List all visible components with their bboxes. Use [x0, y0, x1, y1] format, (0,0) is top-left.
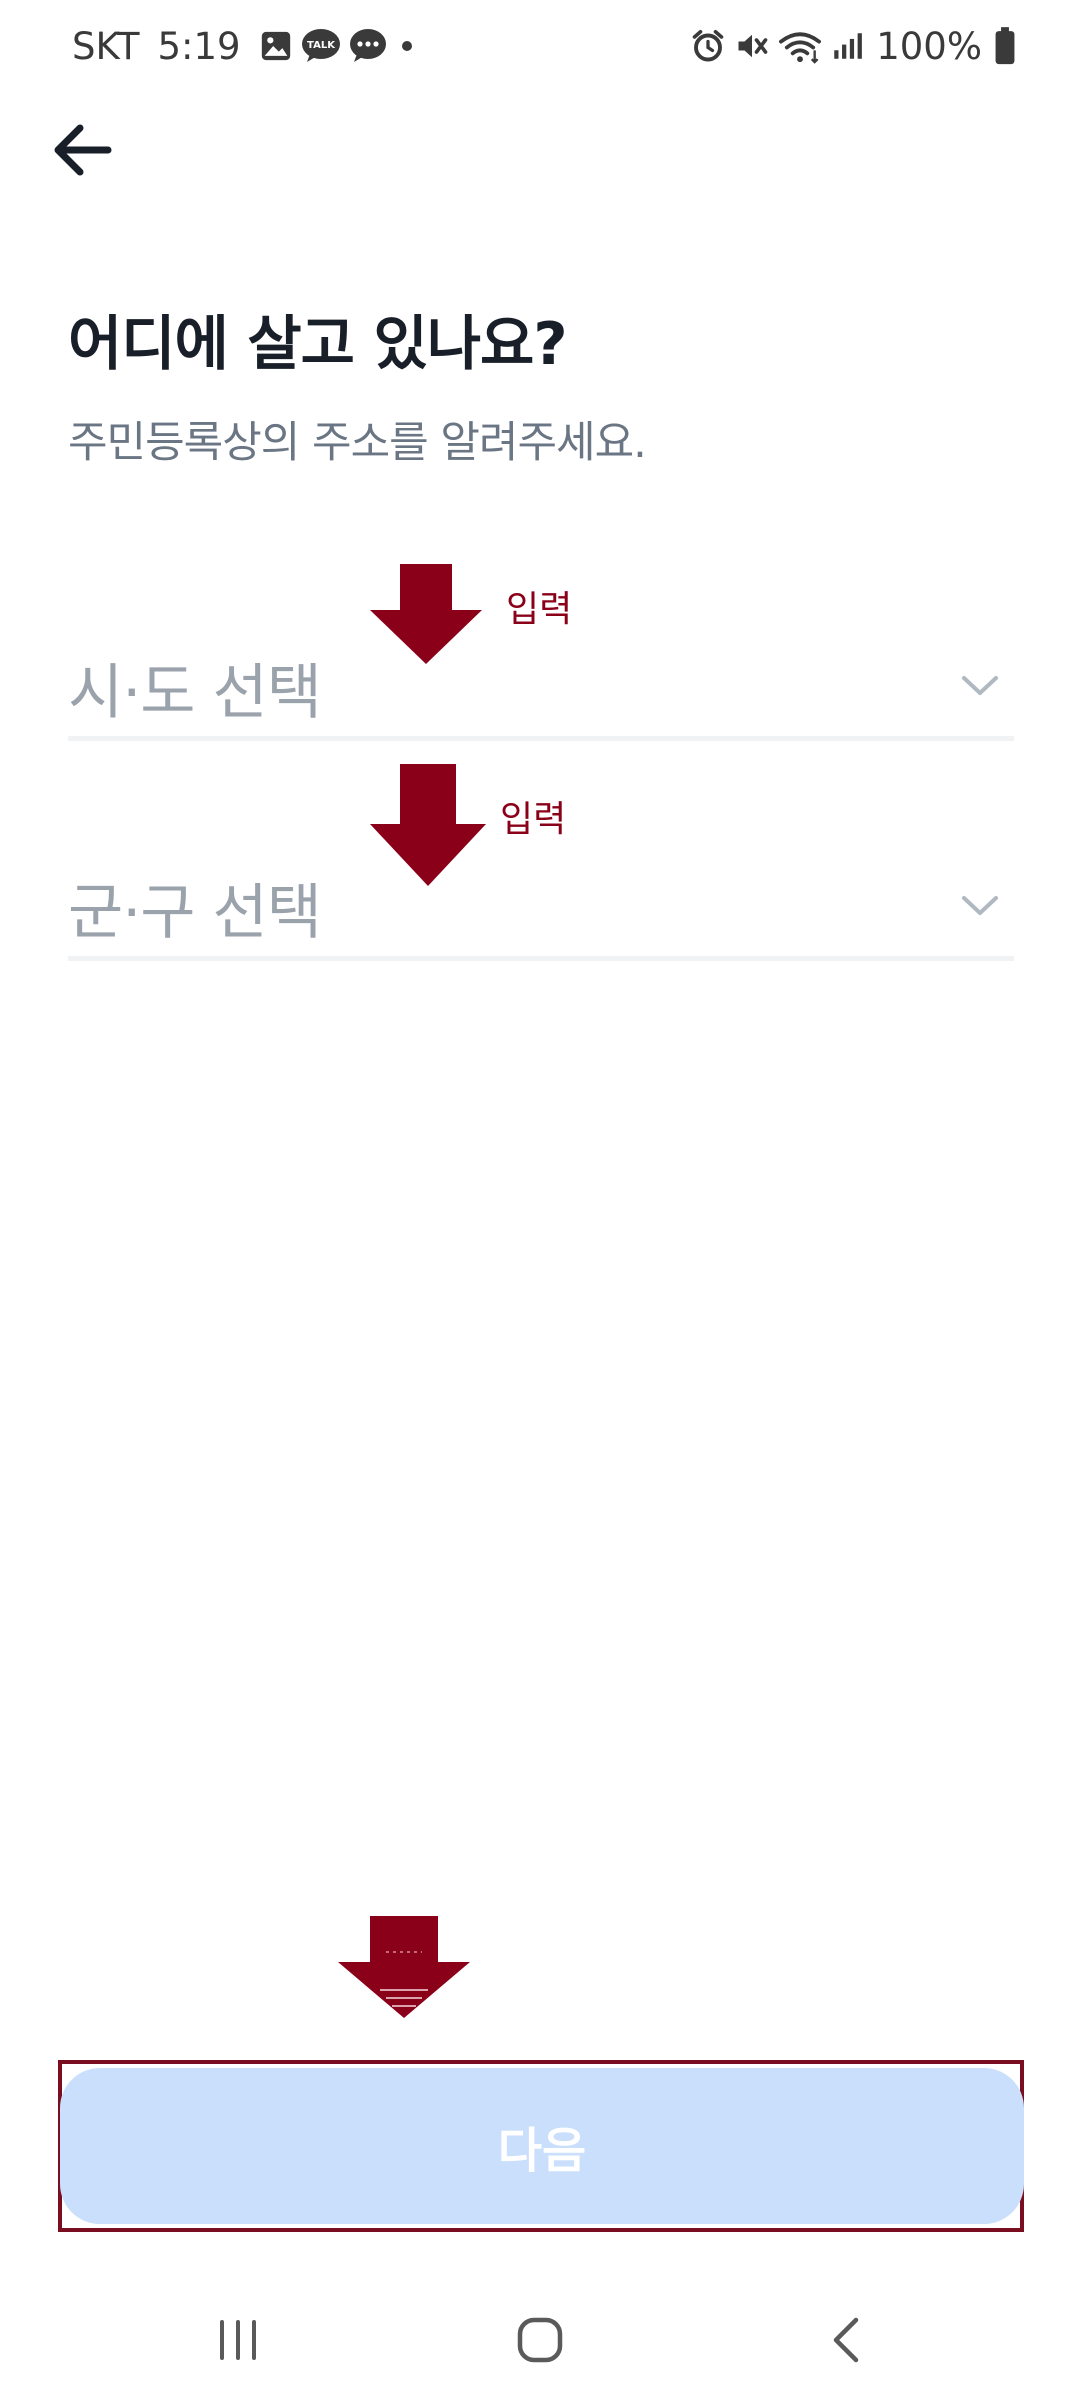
annotation-label-sido: 입력 — [506, 589, 573, 630]
arrow-left-icon — [54, 124, 112, 176]
back-button[interactable] — [44, 112, 120, 188]
back-icon — [833, 2317, 859, 2363]
gungu-select-placeholder: 군·구 선택 — [68, 878, 322, 948]
chevron-down-icon — [962, 896, 998, 915]
kakaotalk-icon: TALK — [301, 29, 340, 62]
page-title: 어디에 살고 있나요? — [68, 309, 568, 378]
notification-dot-icon — [401, 41, 412, 51]
status-left: SKT 5:19 TALK — [72, 22, 419, 70]
system-nav-bar — [0, 2280, 1080, 2400]
system-icons — [690, 28, 864, 64]
home-icon — [517, 2317, 563, 2363]
gungu-select[interactable]: 군·구 선택 — [68, 860, 1014, 961]
battery-icon — [995, 27, 1015, 65]
annotation-arrow-icon — [338, 1916, 470, 2018]
notification-icons: TALK — [259, 28, 419, 64]
gallery-icon — [261, 31, 290, 61]
sido-select[interactable]: 시·도 선택 — [68, 640, 1014, 741]
clock: 5:19 — [157, 24, 241, 68]
annotation-label-gungu: 입력 — [500, 799, 567, 840]
status-right: 100% — [690, 22, 1016, 70]
mute-icon — [738, 34, 768, 58]
nav-home-button[interactable] — [500, 2308, 580, 2372]
nav-recents-button[interactable] — [198, 2308, 278, 2372]
nav-back-button[interactable] — [806, 2308, 886, 2372]
kakao-badge-text: TALK — [307, 40, 336, 51]
next-button[interactable]: 다음 — [60, 2068, 1024, 2224]
sido-select-placeholder: 시·도 선택 — [68, 658, 322, 728]
page-subtitle: 주민등록상의 주소를 알려주세요. — [68, 418, 647, 468]
alarm-icon — [692, 29, 724, 62]
chat-bubble-icon — [349, 29, 386, 62]
carrier-label: SKT — [72, 24, 140, 68]
wifi-icon — [779, 32, 822, 64]
battery-percent: 100% — [876, 24, 982, 68]
recents-icon — [220, 2320, 256, 2360]
signal-icon — [834, 33, 863, 59]
chevron-down-icon — [962, 676, 998, 695]
status-bar: SKT 5:19 TALK 100% — [0, 0, 1080, 90]
